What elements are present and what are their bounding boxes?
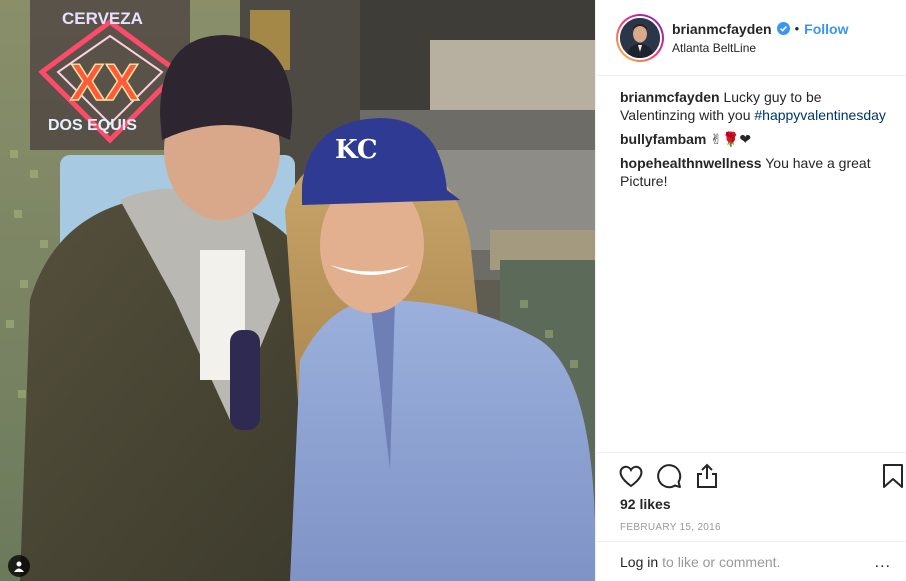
user-tag-icon[interactable]	[8, 555, 30, 577]
actions-bar	[596, 452, 906, 489]
heart-icon[interactable]	[618, 463, 644, 489]
comments-list: brianmcfayden Lucky guy to be Valentinzi…	[620, 88, 892, 196]
likes-count[interactable]: 92 likes	[620, 496, 671, 512]
photo-illustration: CERVEZA XX DOS EQUIS KC	[0, 0, 595, 581]
post-header: brianmcfayden • Follow Atlanta BeltLine	[596, 0, 906, 76]
hashtag-link[interactable]: #happyvalentinesday	[754, 107, 886, 123]
location-link[interactable]: Atlanta BeltLine	[672, 42, 848, 54]
svg-text:XX: XX	[70, 54, 140, 112]
comment-username[interactable]: hopehealthnwellness	[620, 155, 762, 171]
post-author-username[interactable]: brianmcfayden	[672, 22, 772, 36]
comment-username[interactable]: bullyfambam	[620, 131, 706, 147]
avatar-image	[620, 17, 660, 58]
post-photo[interactable]: CERVEZA XX DOS EQUIS KC	[0, 0, 595, 581]
share-icon[interactable]	[694, 463, 720, 489]
login-suffix: to like or comment.	[662, 553, 781, 570]
follow-button[interactable]: Follow	[804, 22, 848, 36]
svg-text:KC: KC	[335, 135, 378, 165]
post-date[interactable]: FEBRUARY 15, 2016	[620, 522, 721, 533]
svg-text:CERVEZA: CERVEZA	[62, 9, 143, 28]
avatar[interactable]	[616, 13, 664, 62]
comment-icon[interactable]	[656, 463, 682, 489]
separator-dot: •	[794, 21, 800, 36]
svg-text:DOS EQUIS: DOS EQUIS	[48, 117, 137, 134]
login-bar: Log in to like or comment. ...	[596, 541, 906, 581]
login-link[interactable]: Log in	[620, 554, 658, 570]
verified-badge-icon	[776, 22, 790, 35]
comment-item: bullyfambam ✌🌹❤	[620, 130, 892, 148]
comment-username[interactable]: brianmcfayden	[620, 89, 720, 105]
caption: brianmcfayden Lucky guy to be Valentinzi…	[620, 88, 892, 124]
bookmark-icon[interactable]	[882, 463, 906, 489]
comment-item: hopehealthnwellness You have a great Pic…	[620, 154, 892, 190]
comment-text: ✌🌹❤	[710, 131, 752, 147]
post-sidebar: brianmcfayden • Follow Atlanta BeltLine …	[595, 0, 906, 581]
more-options-icon[interactable]: ...	[875, 554, 891, 572]
